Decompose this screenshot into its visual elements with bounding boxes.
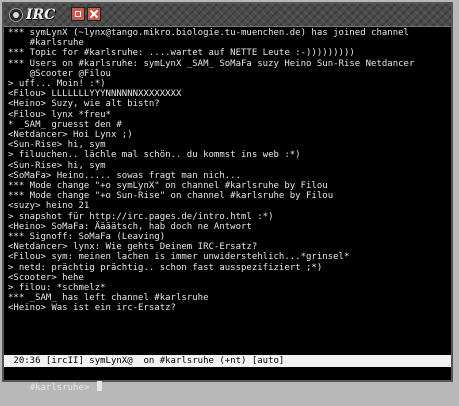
- chat-line: > filou: *schmelz*: [8, 283, 106, 294]
- chat-line: <Heino> Suzy, wie alt bistn?: [8, 99, 160, 110]
- title-bar[interactable]: IRC: [4, 4, 451, 27]
- chat-line: *** _SAM_ has left channel #karlsruhe: [8, 293, 209, 304]
- chat-line: *** Mode change "+o symLynX" on channel …: [8, 181, 328, 192]
- text-cursor: [97, 381, 103, 391]
- chat-log: *** symLynX (~lynx@tango.mikro.biologie.…: [8, 28, 448, 348]
- chat-line: *** Users on #karlsruhe: symLynX _SAM_ S…: [8, 58, 415, 69]
- chat-line: *** Topic for #karlsruhe: ....wartet auf…: [8, 48, 355, 59]
- chat-line: <Sun-Rise> hi, sym: [8, 140, 106, 151]
- chat-line: *** Mode change "+o Sun-Rise" on channel…: [8, 191, 334, 202]
- chat-line: > filuuchen.. lächle mal schön.. du komm…: [8, 150, 301, 161]
- chat-line: #karlsruhe: [8, 38, 84, 49]
- chat-line: <SoMaFa> Heino..... sowas fragt man nich…: [8, 170, 241, 181]
- input-line[interactable]: #karlsruhe>: [4, 368, 451, 393]
- status-bar: 20:36 [ircII] symLynX@ on #karlsruhe (+n…: [4, 355, 451, 367]
- chat-line: <Heino> SoMaFa: Äääätsch, hab doch ne An…: [8, 221, 252, 232]
- chat-line: <Filou> LLLLLLLYYYNNNNNNXXXXXXXX: [8, 89, 182, 100]
- chat-line: * _SAM_ gruesst den #: [8, 119, 122, 130]
- input-prompt: #karlsruhe>: [29, 383, 90, 393]
- chat-line: > snapshot für http://irc.pages.de/intro…: [8, 211, 274, 222]
- chat-line: <Sun-Rise> hi, sym: [8, 160, 106, 171]
- chat-line: <Scooter> hehe: [8, 272, 84, 283]
- chat-line: *** symLynX (~lynx@tango.mikro.biologie.…: [8, 28, 409, 38]
- chat-line: <Filou> lynx *freu*: [8, 109, 111, 120]
- chat-line: <Netdancer> Hoi Lynx ;): [8, 130, 133, 141]
- irc-logo-icon: [9, 8, 23, 22]
- chat-line: > netd: prächtig prächtig.. schon fast a…: [8, 262, 323, 273]
- minimize-button[interactable]: [71, 7, 85, 21]
- chat-line: *** Signoff: SoMaFa (Leaving): [8, 232, 166, 243]
- chat-line: <Netdancer> lynx: Wie gehts Deinem IRC-E…: [8, 242, 258, 253]
- irc-window: IRC *** symLynX (~lynx@tango.mikro.biolo…: [2, 2, 453, 393]
- message-input[interactable]: [89, 380, 97, 390]
- close-button[interactable]: [87, 7, 101, 21]
- window-title: IRC: [26, 7, 56, 23]
- chat-line: > uff... Moin! :*): [8, 79, 106, 90]
- chat-line: <suzy> heino 21: [8, 201, 90, 212]
- chat-line: @Scooter @Filou: [8, 68, 111, 79]
- chat-line: <Heino> Was ist ein irc-Ersatz?: [8, 303, 176, 314]
- chat-line: <Filou> sym: meinen lachen is immer unwi…: [8, 252, 350, 263]
